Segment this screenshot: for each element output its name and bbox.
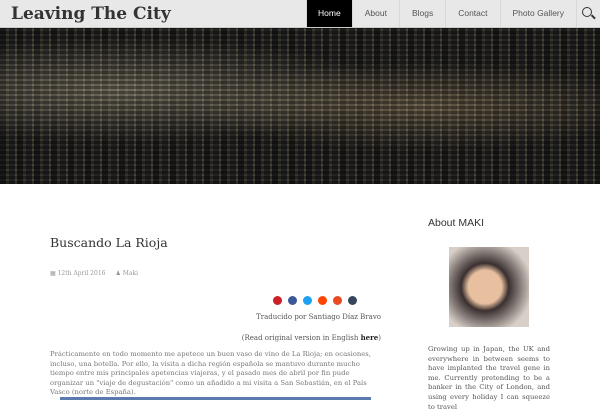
post-author[interactable]: Maki xyxy=(123,270,138,277)
facebook-icon[interactable] xyxy=(288,296,297,305)
pinterest-icon[interactable] xyxy=(273,296,282,305)
tumblr-icon[interactable] xyxy=(348,296,357,305)
translator-credit: Traducido por Santiago Díaz Bravo xyxy=(256,313,381,321)
header: Leaving The City Home About Blogs Contac… xyxy=(0,0,600,28)
twitter-icon[interactable] xyxy=(303,296,312,305)
header-image xyxy=(0,28,600,184)
original-version: (Read original version in English here) xyxy=(242,333,381,342)
post-body: Prácticamente en todo momento me apetece… xyxy=(50,350,371,396)
share-buttons xyxy=(273,296,357,305)
sidebar-heading: About MAKI xyxy=(428,217,485,229)
nav-blogs[interactable]: Blogs xyxy=(398,0,445,27)
calendar-icon: ▦ 12th April 2016 xyxy=(50,270,106,277)
post-date[interactable]: 12th April 2016 xyxy=(58,270,106,277)
author-photo xyxy=(449,247,529,327)
post-title[interactable]: Buscando La Rioja xyxy=(50,235,168,250)
nav-photo-gallery[interactable]: Photo Gallery xyxy=(499,0,577,27)
author-bio: Growing up in Japan, the UK and everywhe… xyxy=(428,345,550,411)
site-title[interactable]: Leaving The City xyxy=(11,4,171,24)
original-prefix: (Read original version in English xyxy=(241,334,361,342)
user-icon: ♟ Maki xyxy=(115,270,139,277)
nav-contact[interactable]: Contact xyxy=(445,0,499,27)
main-nav: Home About Blogs Contact Photo Gallery xyxy=(306,0,600,27)
post-meta: ▦ 12th April 2016 ♟ Maki xyxy=(50,270,138,277)
nav-about[interactable]: About xyxy=(351,0,399,27)
original-suffix: ) xyxy=(378,334,381,342)
reddit-icon[interactable] xyxy=(318,296,327,305)
search-icon[interactable] xyxy=(576,0,600,27)
original-link[interactable]: here xyxy=(361,333,379,342)
nav-home[interactable]: Home xyxy=(306,0,352,27)
stumbleupon-icon[interactable] xyxy=(333,296,342,305)
